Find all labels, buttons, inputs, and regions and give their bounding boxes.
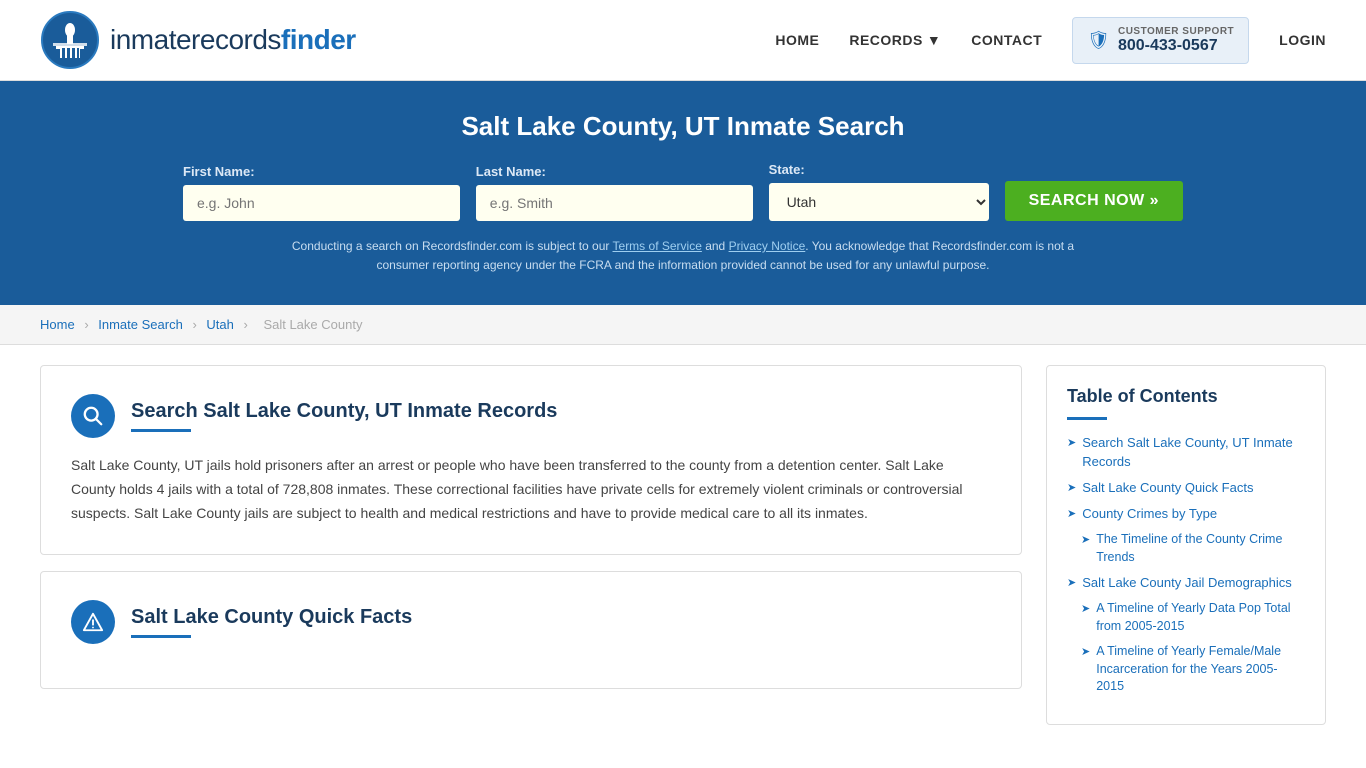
state-group: State: Utah Alabama Alaska Arizona Calif… — [769, 162, 989, 221]
terms-link[interactable]: Terms of Service — [613, 239, 702, 253]
nav-records[interactable]: RECORDS ▼ — [849, 32, 941, 48]
toc-item-6: ➤ A Timeline of Yearly Data Pop Total fr… — [1081, 600, 1305, 635]
main-content: Search Salt Lake County, UT Inmate Recor… — [0, 345, 1366, 744]
headset-icon: 🛡 — [1087, 30, 1110, 51]
toc-list: ➤ Search Salt Lake County, UT Inmate Rec… — [1067, 434, 1305, 695]
toc-link-4[interactable]: ➤ The Timeline of the County Crime Trend… — [1081, 531, 1305, 566]
content-area: Search Salt Lake County, UT Inmate Recor… — [40, 365, 1022, 724]
toc-item-1: ➤ Search Salt Lake County, UT Inmate Rec… — [1067, 434, 1305, 470]
breadcrumb-sep-3: › — [243, 317, 251, 332]
first-name-label: First Name: — [183, 164, 460, 179]
sidebar: Table of Contents ➤ Search Salt Lake Cou… — [1046, 365, 1326, 724]
breadcrumb-home[interactable]: Home — [40, 317, 75, 332]
toc-link-3[interactable]: ➤ County Crimes by Type — [1067, 505, 1305, 523]
state-select[interactable]: Utah Alabama Alaska Arizona California — [769, 183, 989, 221]
search-circle-icon — [71, 394, 115, 438]
toc-title: Table of Contents — [1067, 386, 1305, 407]
toc-item-2: ➤ Salt Lake County Quick Facts — [1067, 479, 1305, 497]
nav-home[interactable]: HOME — [775, 32, 819, 48]
toc-item-4: ➤ The Timeline of the County Crime Trend… — [1081, 531, 1305, 566]
breadcrumb-sep-2: › — [192, 317, 200, 332]
toc-divider — [1067, 417, 1107, 420]
card1-title-underline — [131, 429, 191, 432]
magnifier-icon — [82, 405, 104, 427]
card2-header: Salt Lake County Quick Facts — [71, 600, 991, 644]
chevron-right-icon: ➤ — [1081, 602, 1090, 617]
quick-facts-card: Salt Lake County Quick Facts — [40, 571, 1022, 689]
toc-card: Table of Contents ➤ Search Salt Lake Cou… — [1046, 365, 1326, 724]
site-header: inmaterecordsfinder HOME RECORDS ▼ CONTA… — [0, 0, 1366, 81]
privacy-link[interactable]: Privacy Notice — [729, 239, 806, 253]
chevron-right-icon: ➤ — [1081, 533, 1090, 548]
toc-link-2[interactable]: ➤ Salt Lake County Quick Facts — [1067, 479, 1305, 497]
chevron-right-icon: ➤ — [1067, 481, 1076, 496]
hero-disclaimer: Conducting a search on Recordsfinder.com… — [283, 237, 1083, 275]
logo-icon — [40, 10, 100, 70]
warning-icon — [82, 611, 104, 633]
nav-contact[interactable]: CONTACT — [971, 32, 1042, 48]
toc-item-5: ➤ Salt Lake County Jail Demographics — [1067, 574, 1305, 592]
alert-circle-icon — [71, 600, 115, 644]
breadcrumb-sep-1: › — [84, 317, 92, 332]
customer-support[interactable]: 🛡 CUSTOMER SUPPORT 800-433-0567 — [1072, 17, 1249, 64]
logo[interactable]: inmaterecordsfinder — [40, 10, 356, 70]
toc-item-3: ➤ County Crimes by Type — [1067, 505, 1305, 523]
state-label: State: — [769, 162, 989, 177]
chevron-right-icon: ➤ — [1067, 576, 1076, 591]
hero-title: Salt Lake County, UT Inmate Search — [40, 111, 1326, 142]
chevron-down-icon: ▼ — [927, 32, 941, 48]
last-name-label: Last Name: — [476, 164, 753, 179]
card1-title: Search Salt Lake County, UT Inmate Recor… — [131, 400, 557, 423]
hero-section: Salt Lake County, UT Inmate Search First… — [0, 81, 1366, 305]
card1-header: Search Salt Lake County, UT Inmate Recor… — [71, 394, 991, 438]
chevron-right-icon: ➤ — [1081, 645, 1090, 660]
chevron-right-icon: ➤ — [1067, 436, 1076, 451]
last-name-group: Last Name: — [476, 164, 753, 221]
search-button[interactable]: SEARCH NOW » — [1005, 181, 1183, 221]
card2-title: Salt Lake County Quick Facts — [131, 606, 412, 629]
first-name-group: First Name: — [183, 164, 460, 221]
logo-text: inmaterecordsfinder — [110, 24, 356, 56]
toc-link-1[interactable]: ➤ Search Salt Lake County, UT Inmate Rec… — [1067, 434, 1305, 470]
support-label: CUSTOMER SUPPORT — [1118, 26, 1234, 37]
toc-item-7: ➤ A Timeline of Yearly Female/Male Incar… — [1081, 643, 1305, 696]
breadcrumb-inmate-search[interactable]: Inmate Search — [98, 317, 183, 332]
inmate-records-card: Search Salt Lake County, UT Inmate Recor… — [40, 365, 1022, 554]
last-name-input[interactable] — [476, 185, 753, 221]
toc-link-7[interactable]: ➤ A Timeline of Yearly Female/Male Incar… — [1081, 643, 1305, 696]
card2-title-underline — [131, 635, 191, 638]
toc-link-5[interactable]: ➤ Salt Lake County Jail Demographics — [1067, 574, 1305, 592]
first-name-input[interactable] — [183, 185, 460, 221]
support-phone: 800-433-0567 — [1118, 37, 1234, 55]
chevron-right-icon: ➤ — [1067, 507, 1076, 522]
breadcrumb-utah[interactable]: Utah — [206, 317, 233, 332]
card1-body: Salt Lake County, UT jails hold prisoner… — [71, 454, 991, 525]
main-nav: HOME RECORDS ▼ CONTACT 🛡 CUSTOMER SUPPOR… — [775, 17, 1326, 64]
nav-login[interactable]: LOGIN — [1279, 32, 1326, 48]
toc-link-6[interactable]: ➤ A Timeline of Yearly Data Pop Total fr… — [1081, 600, 1305, 635]
breadcrumb-salt-lake-county: Salt Lake County — [263, 317, 362, 332]
search-form: First Name: Last Name: State: Utah Alaba… — [183, 162, 1183, 221]
breadcrumb: Home › Inmate Search › Utah › Salt Lake … — [0, 305, 1366, 345]
